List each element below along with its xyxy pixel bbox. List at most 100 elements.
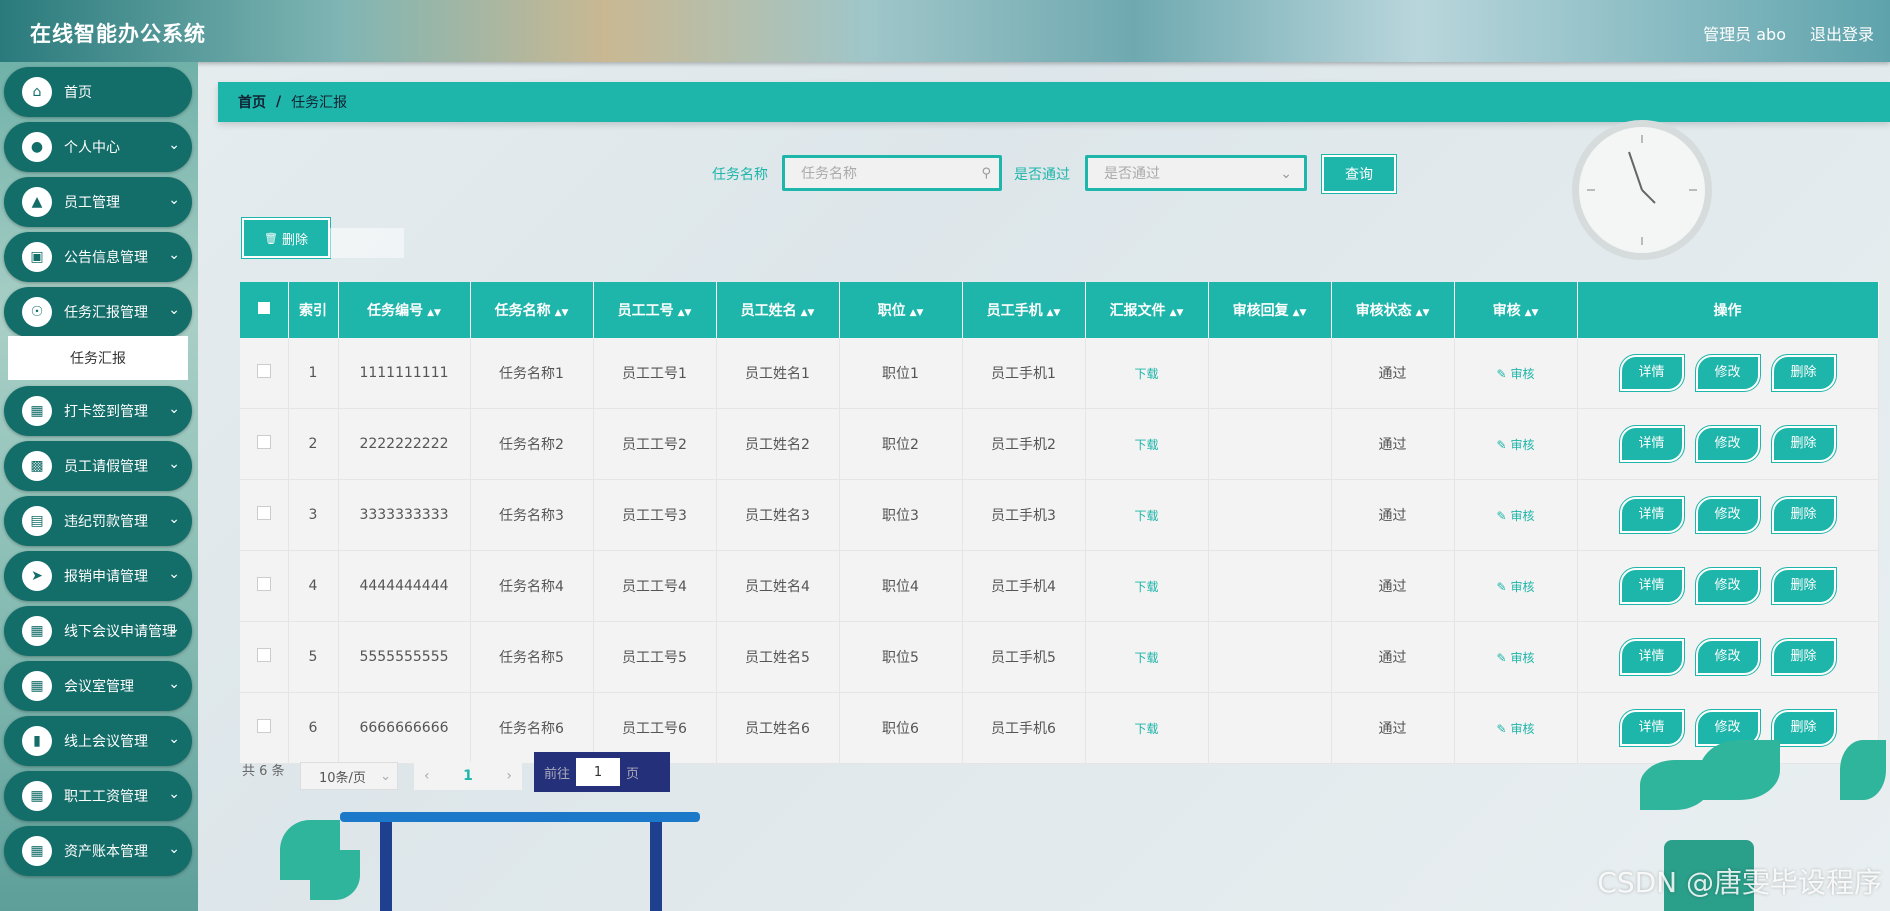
cell-emp-name: 员工姓名2 [716, 408, 840, 480]
next-page-icon[interactable]: › [506, 768, 512, 784]
audit-link[interactable]: ✎ 审核 [1497, 580, 1535, 594]
column-header[interactable]: 职位 ▲▼ [839, 282, 963, 338]
cell-file: 下载 [1085, 550, 1209, 622]
sidebar-item-label: 首页 [64, 85, 92, 101]
column-header[interactable]: 员工手机 ▲▼ [962, 282, 1086, 338]
sidebar-item-11[interactable]: ▮ 线上会议管理 ⌄ [4, 716, 192, 766]
sidebar-item-1[interactable]: ● 个人中心 ⌄ [4, 122, 192, 172]
column-header[interactable]: 任务名称 ▲▼ [470, 282, 594, 338]
row-checkbox[interactable] [240, 621, 289, 693]
pass-select[interactable]: 是否通过 ⌄ [1085, 155, 1307, 191]
sidebar-item-8[interactable]: ➤ 报销申请管理 ⌄ [4, 551, 192, 601]
download-link[interactable]: 下载 [1134, 509, 1158, 523]
download-link[interactable]: 下载 [1134, 580, 1158, 594]
breadcrumb-home[interactable]: 首页 [238, 92, 266, 112]
sidebar-item-10[interactable]: ▦ 会议室管理 ⌄ [4, 661, 192, 711]
sort-icon[interactable]: ▲▼ [555, 308, 569, 318]
column-header[interactable]: 员工工号 ▲▼ [593, 282, 717, 338]
grid-icon: ▦ [22, 671, 52, 701]
cell-index: 1 [288, 338, 339, 409]
download-link[interactable]: 下载 [1134, 438, 1158, 452]
sidebar-item-0[interactable]: ⌂ 首页 [4, 67, 192, 117]
sort-icon[interactable]: ▲▼ [1416, 308, 1430, 318]
delete-button[interactable]: 删除 [1770, 709, 1837, 747]
query-button[interactable]: 查询 [1321, 154, 1397, 194]
sort-icon[interactable]: ▲▼ [801, 308, 815, 318]
detail-button[interactable]: 详情 [1618, 709, 1685, 747]
sidebar-item-7[interactable]: ▤ 违纪罚款管理 ⌄ [4, 496, 192, 546]
sort-icon[interactable]: ▲▼ [427, 308, 441, 318]
delete-button[interactable]: 删除 [1770, 496, 1837, 534]
goto-page: 前往 1 页 [534, 752, 670, 792]
edit-button[interactable]: 修改 [1694, 567, 1761, 605]
delete-button[interactable]: 删除 [1770, 638, 1837, 676]
row-checkbox[interactable] [240, 408, 289, 480]
delete-button[interactable]: 删除 [1770, 354, 1837, 392]
cell-audit: ✎ 审核 [1454, 621, 1578, 693]
sidebar-item-9[interactable]: ▦ 线下会议申请管理 ⌄ [4, 606, 192, 656]
audit-link[interactable]: ✎ 审核 [1497, 651, 1535, 665]
column-header[interactable]: 审核回复 ▲▼ [1208, 282, 1332, 338]
sort-icon[interactable]: ▲▼ [1293, 308, 1307, 318]
download-link[interactable]: 下载 [1134, 367, 1158, 381]
sidebar-item-13[interactable]: ▦ 资产账本管理 ⌄ [4, 826, 192, 876]
cell-position: 职位2 [839, 408, 963, 480]
column-header[interactable]: 审核状态 ▲▼ [1331, 282, 1455, 338]
sidebar-item-6[interactable]: ▩ 员工请假管理 ⌄ [4, 441, 192, 491]
task-name-input[interactable]: 任务名称 ⚲ [782, 155, 1002, 191]
column-header[interactable]: 汇报文件 ▲▼ [1085, 282, 1209, 338]
current-page[interactable]: 1 [463, 768, 473, 784]
detail-button[interactable]: 详情 [1618, 354, 1685, 392]
cell-task-code: 2222222222 [338, 408, 471, 480]
edit-button[interactable]: 修改 [1694, 425, 1761, 463]
row-checkbox[interactable] [240, 550, 289, 622]
cell-task-code: 6666666666 [338, 692, 471, 764]
ghost-panel [330, 228, 404, 258]
sidebar-subitem-task-report[interactable]: 任务汇报 [8, 336, 188, 380]
audit-link[interactable]: ✎ 审核 [1497, 722, 1535, 736]
batch-delete-button[interactable]: 🗑 删除 [241, 217, 331, 259]
sidebar-item-12[interactable]: ▦ 职工工资管理 ⌄ [4, 771, 192, 821]
sort-icon[interactable]: ▲▼ [1525, 308, 1539, 318]
cell-phone: 员工手机5 [962, 621, 1086, 693]
sidebar-item-4[interactable]: ☉ 任务汇报管理 ⌄ [4, 287, 192, 337]
sidebar-item-2[interactable]: ▲ 员工管理 ⌄ [4, 177, 192, 227]
sort-icon[interactable]: ▲▼ [910, 308, 924, 318]
download-link[interactable]: 下载 [1134, 651, 1158, 665]
audit-link[interactable]: ✎ 审核 [1497, 438, 1535, 452]
sort-icon[interactable]: ▲▼ [1170, 308, 1184, 318]
column-header[interactable]: 审核 ▲▼ [1454, 282, 1578, 338]
cell-position: 职位4 [839, 550, 963, 622]
row-checkbox[interactable] [240, 338, 289, 409]
row-checkbox[interactable] [240, 479, 289, 551]
edit-button[interactable]: 修改 [1694, 638, 1761, 676]
download-link[interactable]: 下载 [1134, 722, 1158, 736]
sidebar-item-3[interactable]: ▣ 公告信息管理 ⌄ [4, 232, 192, 282]
delete-button[interactable]: 删除 [1770, 567, 1837, 605]
detail-button[interactable]: 详情 [1618, 567, 1685, 605]
row-checkbox[interactable] [240, 692, 289, 764]
sort-icon[interactable]: ▲▼ [678, 308, 692, 318]
detail-button[interactable]: 详情 [1618, 638, 1685, 676]
audit-link[interactable]: ✎ 审核 [1497, 509, 1535, 523]
chevron-down-icon: ⌄ [168, 247, 180, 263]
audit-link[interactable]: ✎ 审核 [1497, 367, 1535, 381]
cell-audit: ✎ 审核 [1454, 479, 1578, 551]
page-size-select[interactable]: 10条/页 ⌄ [300, 762, 398, 790]
cell-phone: 员工手机6 [962, 692, 1086, 764]
sidebar-item-5[interactable]: ▦ 打卡签到管理 ⌄ [4, 386, 192, 436]
prev-page-icon[interactable]: ‹ [424, 768, 430, 784]
sidebar-item-label: 会议室管理 [64, 679, 134, 695]
goto-page-input[interactable]: 1 [576, 758, 621, 786]
delete-button[interactable]: 删除 [1770, 425, 1837, 463]
column-header[interactable]: 员工姓名 ▲▼ [716, 282, 840, 338]
edit-button[interactable]: 修改 [1694, 496, 1761, 534]
column-header[interactable]: 任务编号 ▲▼ [338, 282, 471, 338]
select-all-checkbox[interactable] [240, 282, 289, 338]
detail-button[interactable]: 详情 [1618, 496, 1685, 534]
detail-button[interactable]: 详情 [1618, 425, 1685, 463]
sort-icon[interactable]: ▲▼ [1047, 308, 1061, 318]
staff-icon: ▲ [22, 187, 52, 217]
logout-link[interactable]: 退出登录 [1810, 21, 1874, 45]
edit-button[interactable]: 修改 [1694, 354, 1761, 392]
